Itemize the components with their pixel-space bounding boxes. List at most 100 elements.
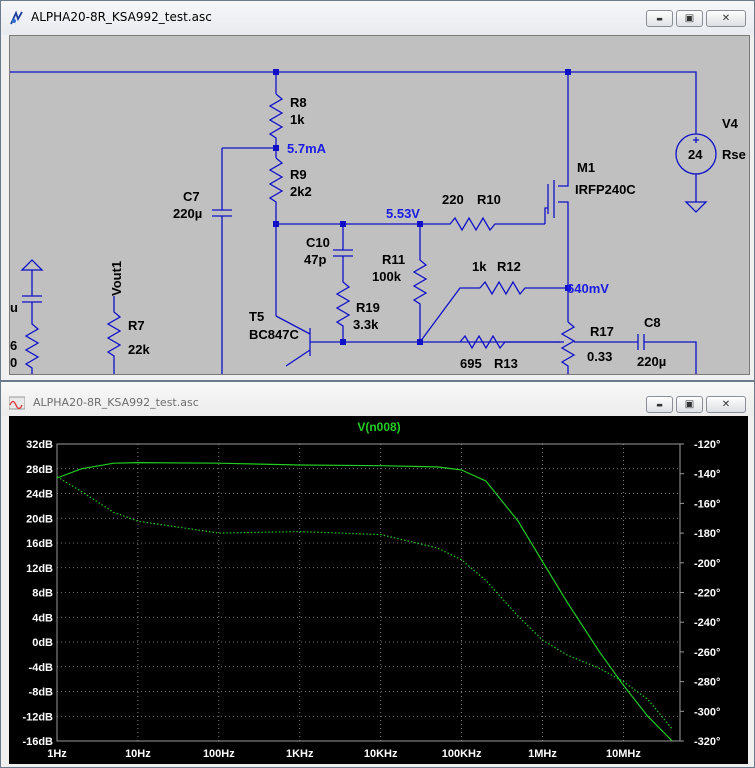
left-tick-label: 0dB <box>32 637 53 649</box>
schematic-window-controls: ▬ ▣ ✕ <box>646 10 746 28</box>
x-tick-label: 100KHz <box>442 748 482 760</box>
right-tick-label: -240° <box>694 617 720 629</box>
c7-label: C7 <box>183 189 200 204</box>
plot-close-button[interactable]: ✕ <box>706 396 746 413</box>
x-tick-label: 10Hz <box>125 748 151 760</box>
right-tick-label: -200° <box>694 558 720 570</box>
op-640mv: 640mV <box>567 281 609 296</box>
m1-label: M1 <box>577 160 595 175</box>
t5-value: BC847C <box>249 327 299 342</box>
x-tick-label: 1Hz <box>47 748 67 760</box>
v4-value: 24 <box>688 147 703 162</box>
chart-series <box>56 461 673 742</box>
operating-point-labels: 5.7mA 5.53V 640mV <box>287 141 609 296</box>
right-tick-label: -160° <box>694 498 720 510</box>
r17-value: 0.33 <box>587 349 612 364</box>
schematic-window-title: ALPHA20-8R_KSA992_test.asc <box>31 10 212 24</box>
x-tick-label: 1MHz <box>528 748 557 760</box>
left-tick-label: 4dB <box>32 612 53 624</box>
restore-icon: ▣ <box>684 399 695 410</box>
right-tick-label: -320° <box>694 736 720 748</box>
left-tick-label: 32dB <box>26 439 53 451</box>
right-tick-label: -120° <box>694 439 720 451</box>
r7-label: R7 <box>128 318 145 333</box>
left-tick-label: 28dB <box>26 464 53 476</box>
bode-chart[interactable]: V(n008) 32dB 28dB 24dB 20dB 16dB 12dB 8dB 4dB 0d… <box>9 416 748 764</box>
vout1-label: Vout1 <box>109 261 124 296</box>
c7-value: 220µ <box>173 206 202 221</box>
edge-label-6: 6 <box>10 338 17 353</box>
r10-label: R10 <box>477 192 501 207</box>
op-5-53v: 5.53V <box>386 206 420 221</box>
rser-label: Rse <box>722 147 746 162</box>
plot-window: ALPHA20-8R_KSA992_test.asc ▬ ▣ ✕ V(n008)… <box>0 381 755 768</box>
close-icon: ✕ <box>721 13 731 24</box>
left-tick-label: 16dB <box>26 538 53 550</box>
r7-value: 22k <box>128 342 150 357</box>
schematic-canvas[interactable]: R8 1k R9 2k2 C7 220µ C10 47p R11 100k R1… <box>9 35 750 375</box>
plot-minimize-button[interactable]: ▬ <box>646 396 673 413</box>
restore-button[interactable]: ▣ <box>676 10 703 27</box>
restore-icon: ▣ <box>684 13 695 24</box>
plot-titlebar[interactable]: ALPHA20-8R_KSA992_test.asc ▬ ▣ ✕ <box>1 382 754 416</box>
r11-value: 100k <box>372 269 402 284</box>
c10-label: C10 <box>306 235 330 250</box>
left-tick-label: -12dB <box>22 711 53 723</box>
minimize-icon: ▬ <box>656 14 663 23</box>
r13-label: R13 <box>494 356 518 371</box>
right-tick-label: -220° <box>694 588 720 600</box>
x-tick-label: 10MHz <box>606 748 641 760</box>
r9-value: 2k2 <box>290 184 312 199</box>
c10-value: 47p <box>304 252 326 267</box>
c8-value: 220µ <box>637 354 666 369</box>
plot-window-controls: ▬ ▣ ✕ <box>646 396 746 414</box>
m1-value: IRFP240C <box>575 182 636 197</box>
r12-value: 1k <box>472 259 487 274</box>
plot-pane[interactable]: V(n008) 32dB 28dB 24dB 20dB 16dB 12dB 8dB 4dB 0d… <box>9 416 748 764</box>
left-tick-label: 24dB <box>26 489 53 501</box>
plot-window-title: ALPHA20-8R_KSA992_test.asc <box>33 396 199 409</box>
r11-label: R11 <box>382 252 405 267</box>
close-button[interactable]: ✕ <box>706 10 746 27</box>
op-5-7ma: 5.7mA <box>287 141 327 156</box>
chart-grid <box>56 443 684 742</box>
right-tick-label: -140° <box>694 469 720 481</box>
ltspice-schematic-icon <box>10 10 23 25</box>
waveform-icon <box>9 396 25 410</box>
right-tick-label: -260° <box>694 647 720 659</box>
left-tick-label: 8dB <box>32 588 53 600</box>
r8-value: 1k <box>290 112 305 127</box>
r13-value: 695 <box>460 356 482 371</box>
edge-label-u: u <box>10 300 18 315</box>
plot-frame <box>56 443 681 742</box>
edge-label-0: 0 <box>10 355 17 370</box>
left-tick-label: -8dB <box>29 687 54 699</box>
r8-label: R8 <box>290 95 307 110</box>
schematic-junctions <box>273 69 571 345</box>
x-tick-label: 1KHz <box>286 748 314 760</box>
r9-label: R9 <box>290 167 307 182</box>
magnitude-trace <box>56 461 673 742</box>
schematic-titlebar[interactable]: ALPHA20-8R_KSA992_test.asc ▬ ▣ ✕ <box>1 1 754 35</box>
left-axis-ticks: 32dB 28dB 24dB 20dB 16dB 12dB 8dB 4dB 0dB -4dB -8d… <box>22 439 53 748</box>
x-axis-ticks: 1Hz 10Hz 100Hz 1KHz 10KHz 100KHz 1MHz 10MHz <box>47 748 641 760</box>
schematic-drawing: R8 1k R9 2k2 C7 220µ C10 47p R11 100k R1… <box>10 69 746 374</box>
plot-restore-button[interactable]: ▣ <box>676 396 703 413</box>
right-axis-ticks: -120° -140° -160° -180° -200° -220° -240° -260°… <box>694 439 720 748</box>
r10-value: 220 <box>442 192 464 207</box>
right-tick-label: -180° <box>694 528 720 540</box>
right-tick-label: -300° <box>694 706 720 718</box>
minimize-icon: ▬ <box>656 400 663 409</box>
right-tick-label: -280° <box>694 677 720 689</box>
r19-value: 3.3k <box>353 317 379 332</box>
trace-label[interactable]: V(n008) <box>357 420 400 434</box>
t5-label: T5 <box>249 309 264 324</box>
schematic-window: ALPHA20-8R_KSA992_test.asc ▬ ▣ ✕ R8 1k R… <box>0 0 755 381</box>
v4-label: V4 <box>722 116 739 131</box>
left-tick-label: -16dB <box>22 736 53 748</box>
minimize-button[interactable]: ▬ <box>646 10 673 27</box>
left-tick-label: 20dB <box>26 513 53 525</box>
r17-label: R17 <box>590 324 614 339</box>
r19-label: R19 <box>356 300 380 315</box>
r12-label: R12 <box>497 259 521 274</box>
